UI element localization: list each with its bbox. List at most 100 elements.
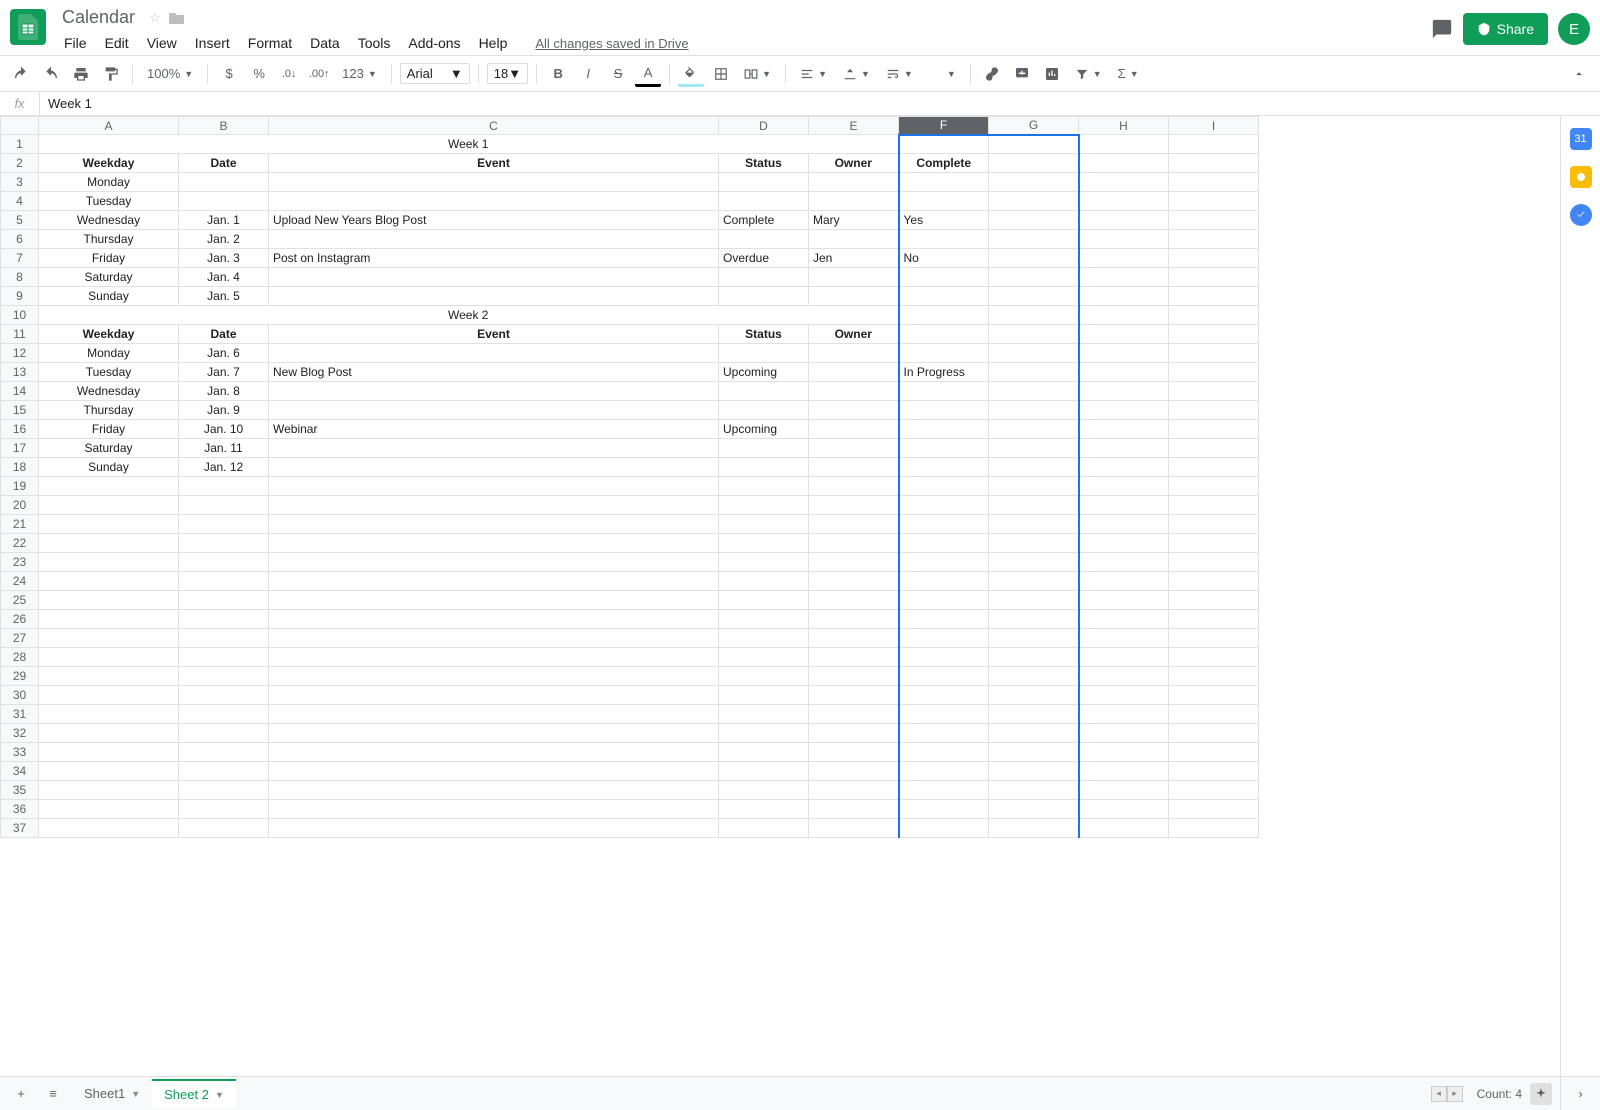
- cell[interactable]: [1079, 439, 1169, 458]
- cell[interactable]: [1169, 819, 1259, 838]
- cell[interactable]: [1169, 154, 1259, 173]
- cell[interactable]: [39, 534, 179, 553]
- row-header[interactable]: 12: [1, 344, 39, 363]
- cell[interactable]: [899, 306, 989, 325]
- cell[interactable]: [989, 724, 1079, 743]
- row-header[interactable]: 1: [1, 135, 39, 154]
- cell[interactable]: [809, 705, 899, 724]
- cell[interactable]: [39, 667, 179, 686]
- cell[interactable]: [269, 572, 719, 591]
- cell[interactable]: [269, 781, 719, 800]
- cell[interactable]: [1079, 629, 1169, 648]
- cell[interactable]: [899, 648, 989, 667]
- cell[interactable]: [989, 249, 1079, 268]
- cell[interactable]: [269, 667, 719, 686]
- row-header[interactable]: 35: [1, 781, 39, 800]
- row-header[interactable]: 14: [1, 382, 39, 401]
- share-button[interactable]: Share: [1463, 13, 1548, 45]
- cell[interactable]: Tuesday: [39, 363, 179, 382]
- cell[interactable]: [179, 762, 269, 781]
- row-header[interactable]: 26: [1, 610, 39, 629]
- cell[interactable]: Jan. 6: [179, 344, 269, 363]
- cell[interactable]: [989, 781, 1079, 800]
- cell[interactable]: Monday: [39, 344, 179, 363]
- cell[interactable]: [1169, 648, 1259, 667]
- cell[interactable]: [1169, 724, 1259, 743]
- cell[interactable]: [1169, 515, 1259, 534]
- cell[interactable]: [1079, 154, 1169, 173]
- formula-input[interactable]: Week 1: [40, 96, 1600, 111]
- cell[interactable]: Friday: [39, 249, 179, 268]
- cell[interactable]: [179, 800, 269, 819]
- cell[interactable]: [989, 648, 1079, 667]
- row-header[interactable]: 6: [1, 230, 39, 249]
- cell[interactable]: [269, 268, 719, 287]
- tasks-addon-icon[interactable]: [1570, 204, 1592, 226]
- cell[interactable]: [1079, 591, 1169, 610]
- cell[interactable]: [179, 572, 269, 591]
- redo-button[interactable]: [38, 61, 64, 87]
- cell[interactable]: Jan. 8: [179, 382, 269, 401]
- cell[interactable]: [899, 686, 989, 705]
- cell[interactable]: [179, 477, 269, 496]
- cell[interactable]: [39, 553, 179, 572]
- cell[interactable]: [809, 287, 899, 306]
- cell[interactable]: [269, 591, 719, 610]
- cell[interactable]: [1079, 306, 1169, 325]
- cell[interactable]: [719, 819, 809, 838]
- row-header[interactable]: 27: [1, 629, 39, 648]
- cell[interactable]: Complete: [899, 154, 989, 173]
- cell[interactable]: [1079, 192, 1169, 211]
- cell[interactable]: [989, 173, 1079, 192]
- cell[interactable]: [1079, 458, 1169, 477]
- row-header[interactable]: 9: [1, 287, 39, 306]
- cell[interactable]: [899, 325, 989, 344]
- cell[interactable]: [179, 629, 269, 648]
- move-folder-icon[interactable]: [169, 11, 185, 25]
- cell[interactable]: [899, 515, 989, 534]
- column-header[interactable]: G: [989, 117, 1079, 135]
- menu-view[interactable]: View: [139, 31, 185, 55]
- cell[interactable]: [899, 591, 989, 610]
- cell[interactable]: Tuesday: [39, 192, 179, 211]
- all-sheets-button[interactable]: ≡: [40, 1081, 66, 1107]
- cell[interactable]: Event: [269, 325, 719, 344]
- valign-button[interactable]: ▼: [837, 67, 876, 81]
- rotate-button[interactable]: ▼: [923, 67, 962, 81]
- cell[interactable]: [899, 135, 989, 154]
- cell[interactable]: [989, 553, 1079, 572]
- cell[interactable]: [1079, 705, 1169, 724]
- row-header[interactable]: 5: [1, 211, 39, 230]
- row-header[interactable]: 25: [1, 591, 39, 610]
- cell[interactable]: [899, 496, 989, 515]
- cell[interactable]: [1169, 268, 1259, 287]
- cell[interactable]: [719, 705, 809, 724]
- cell[interactable]: [989, 363, 1079, 382]
- column-header[interactable]: B: [179, 117, 269, 135]
- comments-icon[interactable]: [1431, 18, 1453, 40]
- cell[interactable]: [269, 401, 719, 420]
- cell[interactable]: [1079, 477, 1169, 496]
- cell[interactable]: [179, 781, 269, 800]
- cell[interactable]: Jan. 1: [179, 211, 269, 230]
- paint-format-button[interactable]: [98, 61, 124, 87]
- cell[interactable]: [989, 287, 1079, 306]
- cell[interactable]: [269, 819, 719, 838]
- cell[interactable]: [989, 819, 1079, 838]
- cell[interactable]: [1169, 211, 1259, 230]
- cell[interactable]: [1169, 572, 1259, 591]
- cell[interactable]: [899, 781, 989, 800]
- cell[interactable]: [989, 135, 1079, 154]
- cell[interactable]: New Blog Post: [269, 363, 719, 382]
- cell[interactable]: [39, 572, 179, 591]
- cell[interactable]: [1169, 249, 1259, 268]
- row-header[interactable]: 7: [1, 249, 39, 268]
- cell[interactable]: [719, 382, 809, 401]
- cell[interactable]: [899, 724, 989, 743]
- undo-button[interactable]: [8, 61, 34, 87]
- cell[interactable]: [989, 800, 1079, 819]
- cell[interactable]: [899, 800, 989, 819]
- font-size-select[interactable]: 18▼: [487, 63, 528, 84]
- filter-button[interactable]: ▼: [1069, 67, 1108, 81]
- cell[interactable]: Mary: [809, 211, 899, 230]
